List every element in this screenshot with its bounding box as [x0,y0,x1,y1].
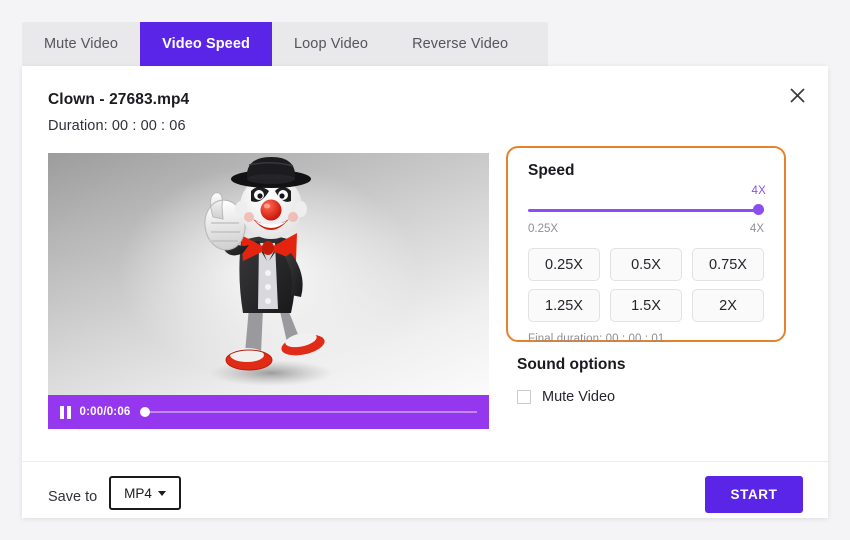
output-format-value: MP4 [124,485,152,501]
start-button[interactable]: START [705,476,803,513]
output-format-select[interactable]: MP4 [109,476,181,510]
footer-divider [22,461,828,462]
speed-slider-handle[interactable] [753,204,764,215]
speed-min-label: 0.25X [528,223,559,235]
video-player-controls: 0:00/0:06 [48,395,489,429]
progress-slider[interactable] [139,405,477,419]
sound-options-title: Sound options [517,356,626,373]
video-speed-panel: Clown - 27683.mp4 Duration: 00 : 00 : 06 [22,66,828,518]
preset-label: 0.75X [709,256,747,273]
save-to-label: Save to [48,489,98,505]
speed-preset-button[interactable]: 2X [692,289,764,322]
mute-video-checkbox[interactable] [517,390,531,404]
mute-video-label: Mute Video [542,389,616,405]
video-preview[interactable] [48,153,489,395]
speed-slider-value: 4X [751,185,766,197]
pause-icon[interactable] [60,405,71,419]
progress-handle[interactable] [139,407,150,417]
file-duration: Duration: 00 : 00 : 06 [48,118,186,134]
tab-video-speed[interactable]: Video Speed [140,22,272,66]
tab-label: Mute Video [44,36,119,52]
speed-preset-button[interactable]: 0.75X [692,248,764,281]
clown-thumbnail-image [203,157,333,386]
tab-reverse-video[interactable]: Reverse Video [390,22,530,66]
speed-preset-button[interactable]: 0.25X [528,248,600,281]
speed-preset-grid: 0.25X 0.5X 0.75X 1.25X 1.5X 2X [528,248,764,322]
tab-bar: Mute Video Video Speed Loop Video Revers… [22,22,548,66]
file-title: Clown - 27683.mp4 [48,91,190,108]
mute-video-checkbox-row[interactable]: Mute Video [517,389,615,405]
preset-label: 1.5X [631,297,661,314]
speed-slider-wrapper: 4X [528,185,766,218]
tab-label: Video Speed [162,36,250,52]
close-icon[interactable] [782,80,812,110]
speed-slider-track[interactable] [528,209,764,212]
speed-title: Speed [528,162,575,179]
speed-preset-button[interactable]: 1.5X [610,289,682,322]
speed-preset-button[interactable]: 0.5X [610,248,682,281]
tab-loop-video[interactable]: Loop Video [272,22,390,66]
preset-label: 0.5X [631,256,661,273]
speed-max-label: 4X [749,223,764,235]
chevron-down-icon [157,490,166,496]
speed-slider-range-labels: 0.25X 4X [528,223,764,235]
final-duration-label: Final duration: 00 : 00 : 01 [528,333,665,345]
tab-mute-video[interactable]: Mute Video [22,22,140,66]
preset-label: 1.25X [545,297,583,314]
tab-label: Loop Video [293,36,369,52]
preset-label: 2X [719,297,737,314]
preset-label: 0.25X [545,256,583,273]
app-root: Mute Video Video Speed Loop Video Revers… [0,0,850,540]
progress-track [144,411,477,413]
speed-preset-button[interactable]: 1.25X [528,289,600,322]
playback-time: 0:00/0:06 [79,406,131,418]
speed-settings-panel: Speed 4X 0.25X 4X 0.25X 0.5X 0.75X 1.25X… [506,146,786,345]
tab-label: Reverse Video [412,36,509,52]
